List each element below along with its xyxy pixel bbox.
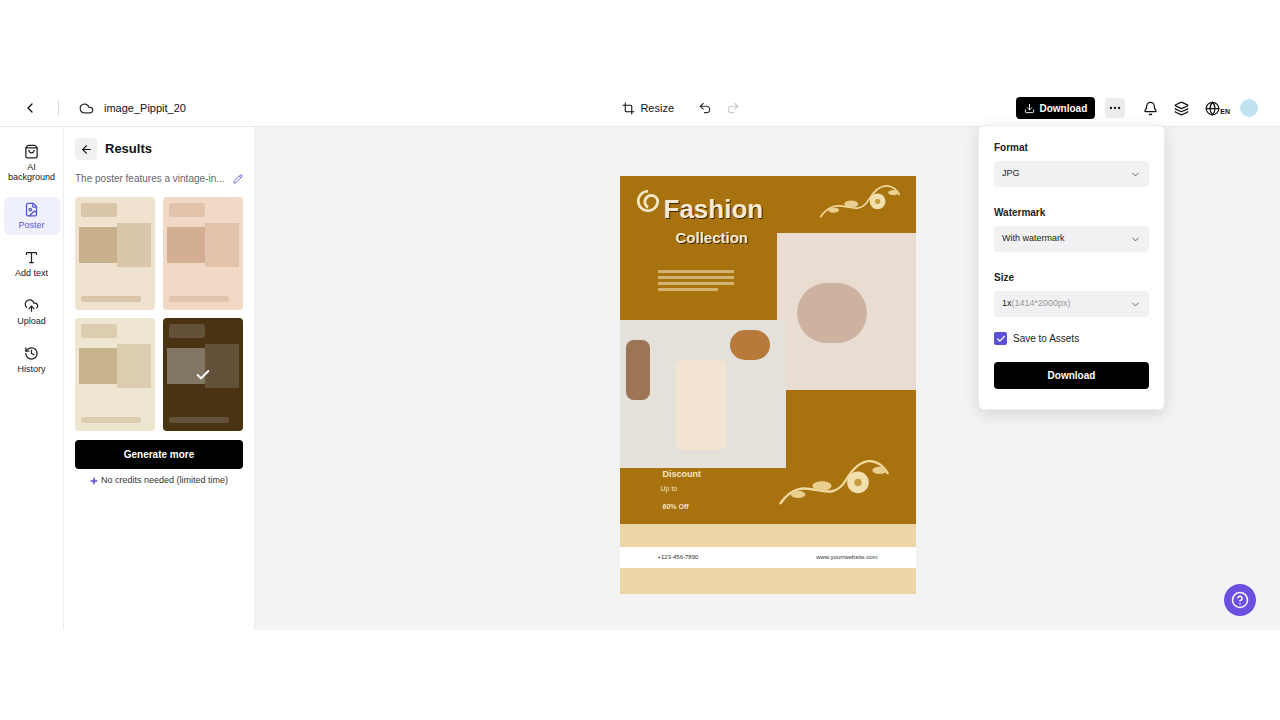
menu-download-button[interactable]: Download: [994, 362, 1149, 389]
contact-strip: +123-456-7890 www.yourrwebsite.com: [620, 547, 916, 568]
check-icon: [195, 367, 211, 383]
option-select[interactable]: 1x(1414*2000px): [994, 291, 1149, 317]
sidebar-item[interactable]: Upload: [4, 293, 60, 331]
thumbnail-footer: [81, 296, 141, 302]
save-checkbox[interactable]: [994, 332, 1007, 345]
thumbnail-photo: [167, 227, 205, 263]
download-menu: Format JPG Watermark With watermark Size 1x(1…: [978, 125, 1165, 410]
redo-icon[interactable]: [726, 101, 740, 115]
chevron-down-icon: [1130, 234, 1141, 245]
resize-button[interactable]: Resize: [622, 100, 674, 117]
sparkle-icon: [90, 477, 98, 485]
globe-icon: [1205, 101, 1220, 116]
selected-overlay: [163, 318, 243, 431]
more-button[interactable]: [1105, 98, 1125, 118]
layers-icon[interactable]: [1174, 101, 1189, 116]
floral-ornament-icon: [766, 456, 902, 516]
website-text: www.yourrwebsite.com: [816, 553, 877, 562]
chevron-down-icon: [1130, 299, 1141, 310]
thumbnail-footer: [81, 417, 141, 423]
language-button[interactable]: EN: [1205, 101, 1230, 116]
top-bar: image_Pippit_20 Resize Download EN: [0, 90, 1280, 127]
arrow-left-icon: [80, 143, 93, 156]
thumbnail-heading: [169, 203, 205, 217]
offer-label: 60% Off: [663, 502, 689, 511]
sidebar-item[interactable]: Poster: [4, 197, 60, 235]
poster[interactable]: Fashion Collection Discount Up to 60% Off +12…: [620, 176, 916, 594]
option-select[interactable]: With watermark: [994, 226, 1149, 252]
results-panel: Results The poster features a vintage-in.…: [64, 127, 255, 630]
cloud-icon: [79, 101, 94, 116]
up-to-label: Up to: [661, 484, 678, 493]
sidebar-item[interactable]: History: [4, 341, 60, 379]
thumbnail-grid: [75, 197, 243, 431]
option-label: Watermark: [994, 205, 1149, 220]
poster-footer: +123-456-7890 www.yourrwebsite.com: [620, 524, 916, 594]
poster-title: Fashion: [664, 194, 764, 224]
undo-icon[interactable]: [698, 101, 712, 115]
prompt-text: The poster features a vintage-in...: [75, 171, 225, 186]
sidebar-item-icon: [24, 250, 39, 265]
result-thumbnail[interactable]: [75, 318, 155, 431]
thumbnail-photo: [79, 348, 117, 384]
phone-text: +123-456-7890: [658, 553, 699, 562]
shoes-photo: [777, 233, 916, 390]
thumbnail-photo: [205, 223, 239, 267]
checkbox-check-icon: [996, 334, 1006, 344]
sidebar-item[interactable]: AI background: [4, 139, 60, 187]
thumbnail-footer: [169, 296, 229, 302]
option-label: Size: [994, 270, 1149, 285]
help-icon: [1231, 591, 1249, 609]
file-name[interactable]: image_Pippit_20: [104, 100, 186, 117]
help-button[interactable]: [1224, 584, 1256, 616]
discount-label: Discount: [663, 469, 702, 480]
poster-subtitle: Collection: [676, 229, 749, 247]
edit-icon[interactable]: [233, 174, 243, 184]
swirl-logo-icon: [635, 188, 661, 214]
thumbnail-photo: [117, 344, 151, 388]
option-select[interactable]: JPG: [994, 161, 1149, 187]
result-thumbnail[interactable]: [163, 318, 243, 431]
result-thumbnail[interactable]: [75, 197, 155, 310]
download-option: Format JPG: [994, 140, 1149, 187]
thumbnail-photo: [117, 223, 151, 267]
back-icon[interactable]: [22, 100, 38, 116]
chevron-down-icon: [1130, 169, 1141, 180]
resize-icon: [622, 102, 635, 115]
sidebar-item-icon: [24, 298, 39, 313]
panel-back-button[interactable]: [75, 138, 97, 160]
panel-title: Results: [105, 139, 152, 159]
download-option: Size 1x(1414*2000px): [994, 270, 1149, 317]
more-icon: [1108, 101, 1122, 115]
bell-icon[interactable]: [1143, 101, 1158, 116]
sidebar-item-icon: [24, 144, 39, 159]
save-to-assets[interactable]: Save to Assets: [994, 331, 1149, 346]
sidebar: AI background Poster Add text Upload History: [0, 127, 64, 630]
download-option: Watermark With watermark: [994, 205, 1149, 252]
page: image_Pippit_20 Resize Download EN AI backgr…: [0, 0, 1280, 720]
thumbnail-photo: [79, 227, 117, 263]
accessories-photo: [620, 320, 786, 468]
sidebar-item-icon: [24, 202, 39, 217]
thumbnail-heading: [81, 203, 117, 217]
poster-paragraph: [658, 270, 734, 291]
floral-ornament-icon: [810, 182, 910, 226]
download-icon: [1024, 103, 1035, 114]
download-button[interactable]: Download: [1016, 97, 1095, 119]
thumbnail-heading: [81, 324, 117, 338]
avatar[interactable]: [1240, 99, 1258, 117]
generate-more-button[interactable]: Generate more: [75, 440, 243, 469]
option-label: Format: [994, 140, 1149, 155]
credits-note: No credits needed (limited time): [101, 474, 228, 488]
sidebar-item[interactable]: Add text: [4, 245, 60, 283]
sidebar-item-icon: [24, 346, 39, 361]
result-thumbnail[interactable]: [163, 197, 243, 310]
